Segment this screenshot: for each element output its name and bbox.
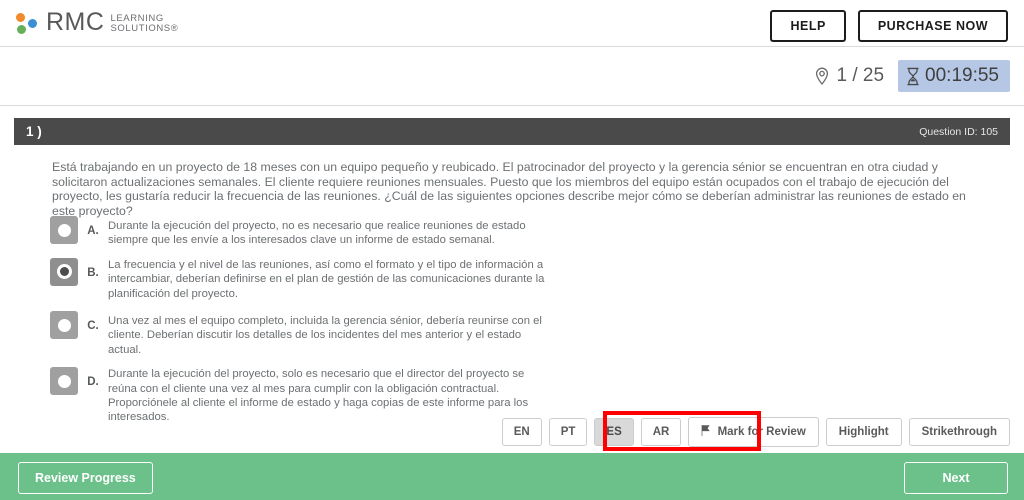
radio-button-c[interactable] [50,311,78,340]
radio-inner-b [56,264,72,280]
radio-inner-c [57,318,71,332]
question-counter: 1 / 25 [804,60,894,92]
question-toolbar: EN PT ES AR Mark for Review Highlight St… [501,417,1010,447]
logo-subtitle: LEARNING SOLUTIONS® [110,11,178,35]
hourglass-icon [906,67,920,86]
review-progress-button[interactable]: Review Progress [18,462,153,494]
question-counter-text: 1 / 25 [836,65,885,86]
logo-dot-green-icon [17,24,26,34]
language-button-pt[interactable]: PT [548,418,588,446]
radio-inner-d [57,374,71,388]
exam-page: RMC LEARNING SOLUTIONS® HELP PURCHASE NO… [0,0,1024,500]
question-id: Question ID: 105 [919,126,998,138]
language-button-ar[interactable]: AR [640,418,682,446]
answer-option-b[interactable]: B. La frecuencia y el nivel de las reuni… [50,256,550,301]
highlight-button[interactable]: Highlight [825,418,902,446]
option-text-b: La frecuencia y el nivel de las reunione… [108,258,545,300]
strikethrough-button[interactable]: Strikethrough [908,418,1010,446]
top-header: RMC LEARNING SOLUTIONS® HELP PURCHASE NO… [0,0,1024,47]
mark-for-review-label: Mark for Review [717,426,806,438]
logo-subtitle-line2: SOLUTIONS® [110,23,179,34]
location-pin-icon [814,67,830,86]
logo-dots-icon [16,9,42,37]
rmc-logo[interactable]: RMC LEARNING SOLUTIONS® [16,8,178,37]
option-letter-c: C. [87,320,99,333]
option-text-c: Una vez al mes el equipo completo, inclu… [108,315,542,356]
option-text-a: Durante la ejecución del proyecto, no es… [108,220,526,247]
radio-button-a[interactable] [50,216,78,244]
next-button[interactable]: Next [904,462,1008,494]
purchase-now-button[interactable]: PURCHASE NOW [857,10,1008,42]
status-bar: 1 / 25 00:19:55 [0,48,1024,106]
timer-text: 00:19:55 [925,65,999,86]
timer: 00:19:55 [898,60,1010,92]
logo-dot-orange-icon [16,12,25,22]
language-button-es[interactable]: ES [594,418,634,446]
logo-brand-text: RMC [46,8,105,36]
question-header-bar: 1 ) Question ID: 105 [14,118,1010,145]
radio-button-d[interactable] [50,367,78,396]
language-button-en[interactable]: EN [501,418,542,446]
help-button[interactable]: HELP [770,10,846,42]
logo-dot-blue-icon [28,18,37,28]
mark-for-review-button[interactable]: Mark for Review [688,417,819,447]
radio-button-b[interactable] [50,257,78,286]
option-text-d: Durante la ejecución del proyecto, solo … [108,368,529,424]
question-number: 1 ) [26,124,42,139]
answer-option-c[interactable]: C. Una vez al mes el equipo completo, in… [50,309,550,357]
answer-options: A. Durante la ejecución del proyecto, no… [50,214,550,433]
header-actions: HELP PURCHASE NOW [770,10,1008,42]
answer-option-d[interactable]: D. Durante la ejecución del proyecto, so… [50,365,550,425]
flag-icon [701,425,713,439]
status-indicators: 1 / 25 00:19:55 [804,60,1010,92]
option-letter-a: A. [87,225,99,237]
option-letter-d: D. [87,376,99,389]
answer-option-a[interactable]: A. Durante la ejecución del proyecto, no… [50,214,550,248]
option-letter-b: B. [87,266,99,279]
question-text: Está trabajando en un proyecto de 18 mes… [52,160,966,218]
footer-bar: Review Progress Next [0,453,1024,500]
language-selector: EN PT ES AR [501,418,682,446]
radio-inner-a [57,223,71,237]
